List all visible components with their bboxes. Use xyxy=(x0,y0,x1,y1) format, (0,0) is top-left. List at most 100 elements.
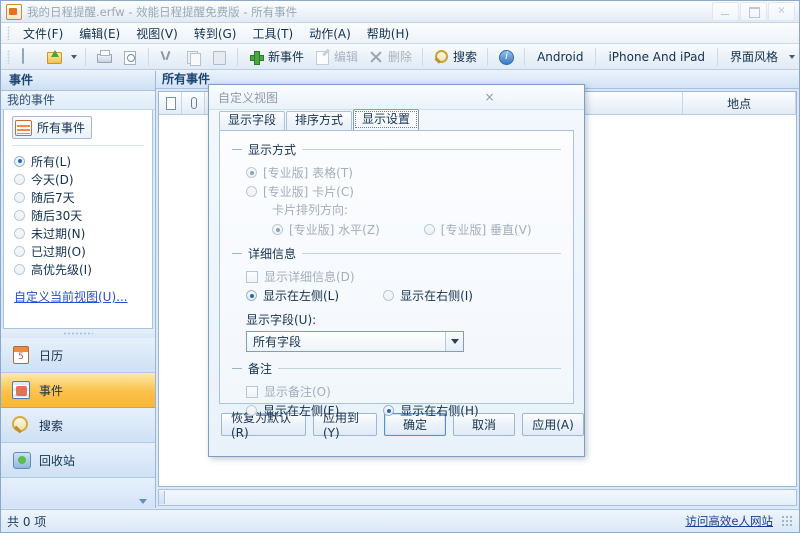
info-icon xyxy=(498,49,515,65)
filter-radio-group: 所有(L) 今天(D) 随后7天 随后30天 未过期(N) 已过期(O) 高优先… xyxy=(14,152,152,278)
close-button[interactable]: × xyxy=(768,2,795,21)
filter-next-7-days[interactable]: 随后7天 xyxy=(14,188,152,206)
radio-icon xyxy=(14,155,25,167)
group-display-mode: 显示方式 [专业版] 表格(T) [专业版] 卡片(C) 卡片排列方向: [专业… xyxy=(232,141,561,239)
search-button[interactable]: 搜索 xyxy=(428,45,482,69)
details-show-right[interactable]: 显示在右侧(I) xyxy=(383,287,473,304)
filter-today[interactable]: 今天(D) xyxy=(14,170,152,188)
skin-button[interactable]: 界面风格 xyxy=(723,48,785,65)
open-dropdown-icon[interactable] xyxy=(71,54,77,59)
new-event-button[interactable]: 新事件 xyxy=(243,45,309,69)
filter-expired-label: 已过期(O) xyxy=(31,244,86,259)
sidebar-item-all-events[interactable]: 所有事件 xyxy=(12,116,93,139)
radio-icon xyxy=(272,224,283,235)
skin-dropdown-icon[interactable] xyxy=(789,54,796,59)
filter-expired[interactable]: 已过期(O) xyxy=(14,242,152,260)
show-notes-row[interactable]: 显示备注(O) xyxy=(246,382,561,401)
search-label: 搜索 xyxy=(453,50,478,64)
filter-not-expired-label: 未过期(N) xyxy=(31,226,86,241)
card-direction-vertical[interactable]: [专业版] 垂直(V) xyxy=(423,221,532,238)
column-header-attachment[interactable] xyxy=(182,92,205,114)
android-button[interactable]: Android xyxy=(530,50,590,64)
filter-next-7-days-label: 随后7天 xyxy=(31,190,75,205)
filter-next-30-days[interactable]: 随后30天 xyxy=(14,206,152,224)
new-event-label: 新事件 xyxy=(268,50,305,64)
horizontal-scrollbar[interactable] xyxy=(158,489,797,506)
details-show-left-label: 显示在左侧(L) xyxy=(263,289,340,303)
filter-all-label: 所有(L) xyxy=(31,154,72,169)
filter-not-expired[interactable]: 未过期(N) xyxy=(14,224,152,242)
info-button[interactable] xyxy=(493,45,519,69)
radio-icon xyxy=(246,405,257,416)
sidebar-item-search[interactable]: 搜索 xyxy=(1,408,155,443)
details-show-left[interactable]: 显示在左侧(L) xyxy=(246,287,339,304)
delete-event-button[interactable]: 删除 xyxy=(363,45,417,69)
paste-icon xyxy=(211,49,227,65)
paste-button[interactable] xyxy=(206,45,232,69)
copy-button[interactable] xyxy=(180,45,206,69)
maximize-button[interactable] xyxy=(740,2,767,21)
print-preview-button[interactable] xyxy=(117,45,143,69)
tab-display-fields[interactable]: 显示字段 xyxy=(219,111,286,130)
sidebar-item-calendar[interactable]: 日历 xyxy=(1,338,155,373)
radio-icon xyxy=(14,209,25,221)
column-header-location[interactable]: 地点 xyxy=(683,92,796,114)
edit-event-button[interactable]: 编辑 xyxy=(309,45,363,69)
tab-sort-order[interactable]: 排序方式 xyxy=(286,111,353,130)
chevron-down-icon[interactable] xyxy=(445,332,463,351)
column-header-document[interactable] xyxy=(159,92,182,114)
menu-view[interactable]: 视图(V) xyxy=(128,23,186,44)
cut-button[interactable] xyxy=(154,45,180,69)
dialog-close-button[interactable]: × xyxy=(399,88,580,106)
tab-display-settings[interactable]: 显示设置 xyxy=(353,109,420,130)
scrollbar-thumb[interactable] xyxy=(159,491,165,504)
show-details-row[interactable]: 显示详细信息(D) xyxy=(246,267,561,286)
menu-tools[interactable]: 工具(T) xyxy=(244,23,301,44)
toolbar-grip[interactable] xyxy=(7,49,10,64)
menu-file[interactable]: 文件(F) xyxy=(15,23,71,44)
menu-edit[interactable]: 编辑(E) xyxy=(71,23,128,44)
calendar-icon xyxy=(11,345,31,365)
open-file-button[interactable] xyxy=(41,45,67,69)
iphone-ipad-button[interactable]: iPhone And iPad xyxy=(601,50,712,64)
website-link[interactable]: 访问高效e人网站 xyxy=(685,513,773,529)
filter-next-30-days-label: 随后30天 xyxy=(31,208,83,223)
minimize-button[interactable] xyxy=(712,2,739,21)
radio-icon xyxy=(14,191,25,203)
display-mode-table-row[interactable]: [专业版] 表格(T) xyxy=(246,163,561,182)
notes-show-left[interactable]: 显示在左侧(F) xyxy=(246,402,339,419)
display-mode-card-row[interactable]: [专业版] 卡片(C) xyxy=(246,182,561,201)
card-direction-horizontal[interactable]: [专业版] 水平(Z) xyxy=(272,221,380,238)
card-direction-row: [专业版] 水平(Z) [专业版] 垂直(V) xyxy=(246,220,561,239)
app-icon xyxy=(6,3,22,20)
edit-label: 编辑 xyxy=(334,50,359,64)
filter-high-priority-label: 高优先级(I) xyxy=(31,262,92,277)
sidebar-item-events[interactable]: 事件 xyxy=(1,373,155,408)
menu-actions[interactable]: 动作(A) xyxy=(301,23,359,44)
toolbar-separator-8 xyxy=(717,47,719,66)
card-direction-label: 卡片排列方向: xyxy=(272,203,349,217)
sidebar-overflow[interactable] xyxy=(1,478,155,508)
menu-goto[interactable]: 转到(G) xyxy=(186,23,245,44)
delete-label: 删除 xyxy=(388,50,413,64)
display-fields-select[interactable]: 所有字段 xyxy=(246,331,464,352)
show-details-label: 显示详细信息(D) xyxy=(264,270,355,284)
resize-grip-icon[interactable] xyxy=(781,515,793,527)
sidebar-item-recycle-bin[interactable]: 回收站 xyxy=(1,443,155,478)
window-controls: × xyxy=(712,2,797,21)
toolbar-separator-6 xyxy=(524,47,526,66)
print-button[interactable] xyxy=(91,45,117,69)
filter-all[interactable]: 所有(L) xyxy=(14,152,152,170)
filter-high-priority[interactable]: 高优先级(I) xyxy=(14,260,152,278)
sidebar-splitter[interactable] xyxy=(1,329,155,338)
customize-view-link[interactable]: 自定义当前视图(U)... xyxy=(14,288,152,305)
item-count: 共 0 项 xyxy=(7,514,47,529)
display-mode-card-label: [专业版] 卡片(C) xyxy=(263,185,354,199)
menu-help[interactable]: 帮助(H) xyxy=(359,23,417,44)
new-document-button[interactable] xyxy=(15,45,41,69)
notes-show-right[interactable]: 显示在右侧(H) xyxy=(383,402,479,419)
radio-icon xyxy=(246,290,257,301)
menu-grip[interactable] xyxy=(7,26,10,40)
sidebar-header: 事件 xyxy=(1,71,155,91)
sidebar-subheader: 我的事件 xyxy=(1,91,155,110)
